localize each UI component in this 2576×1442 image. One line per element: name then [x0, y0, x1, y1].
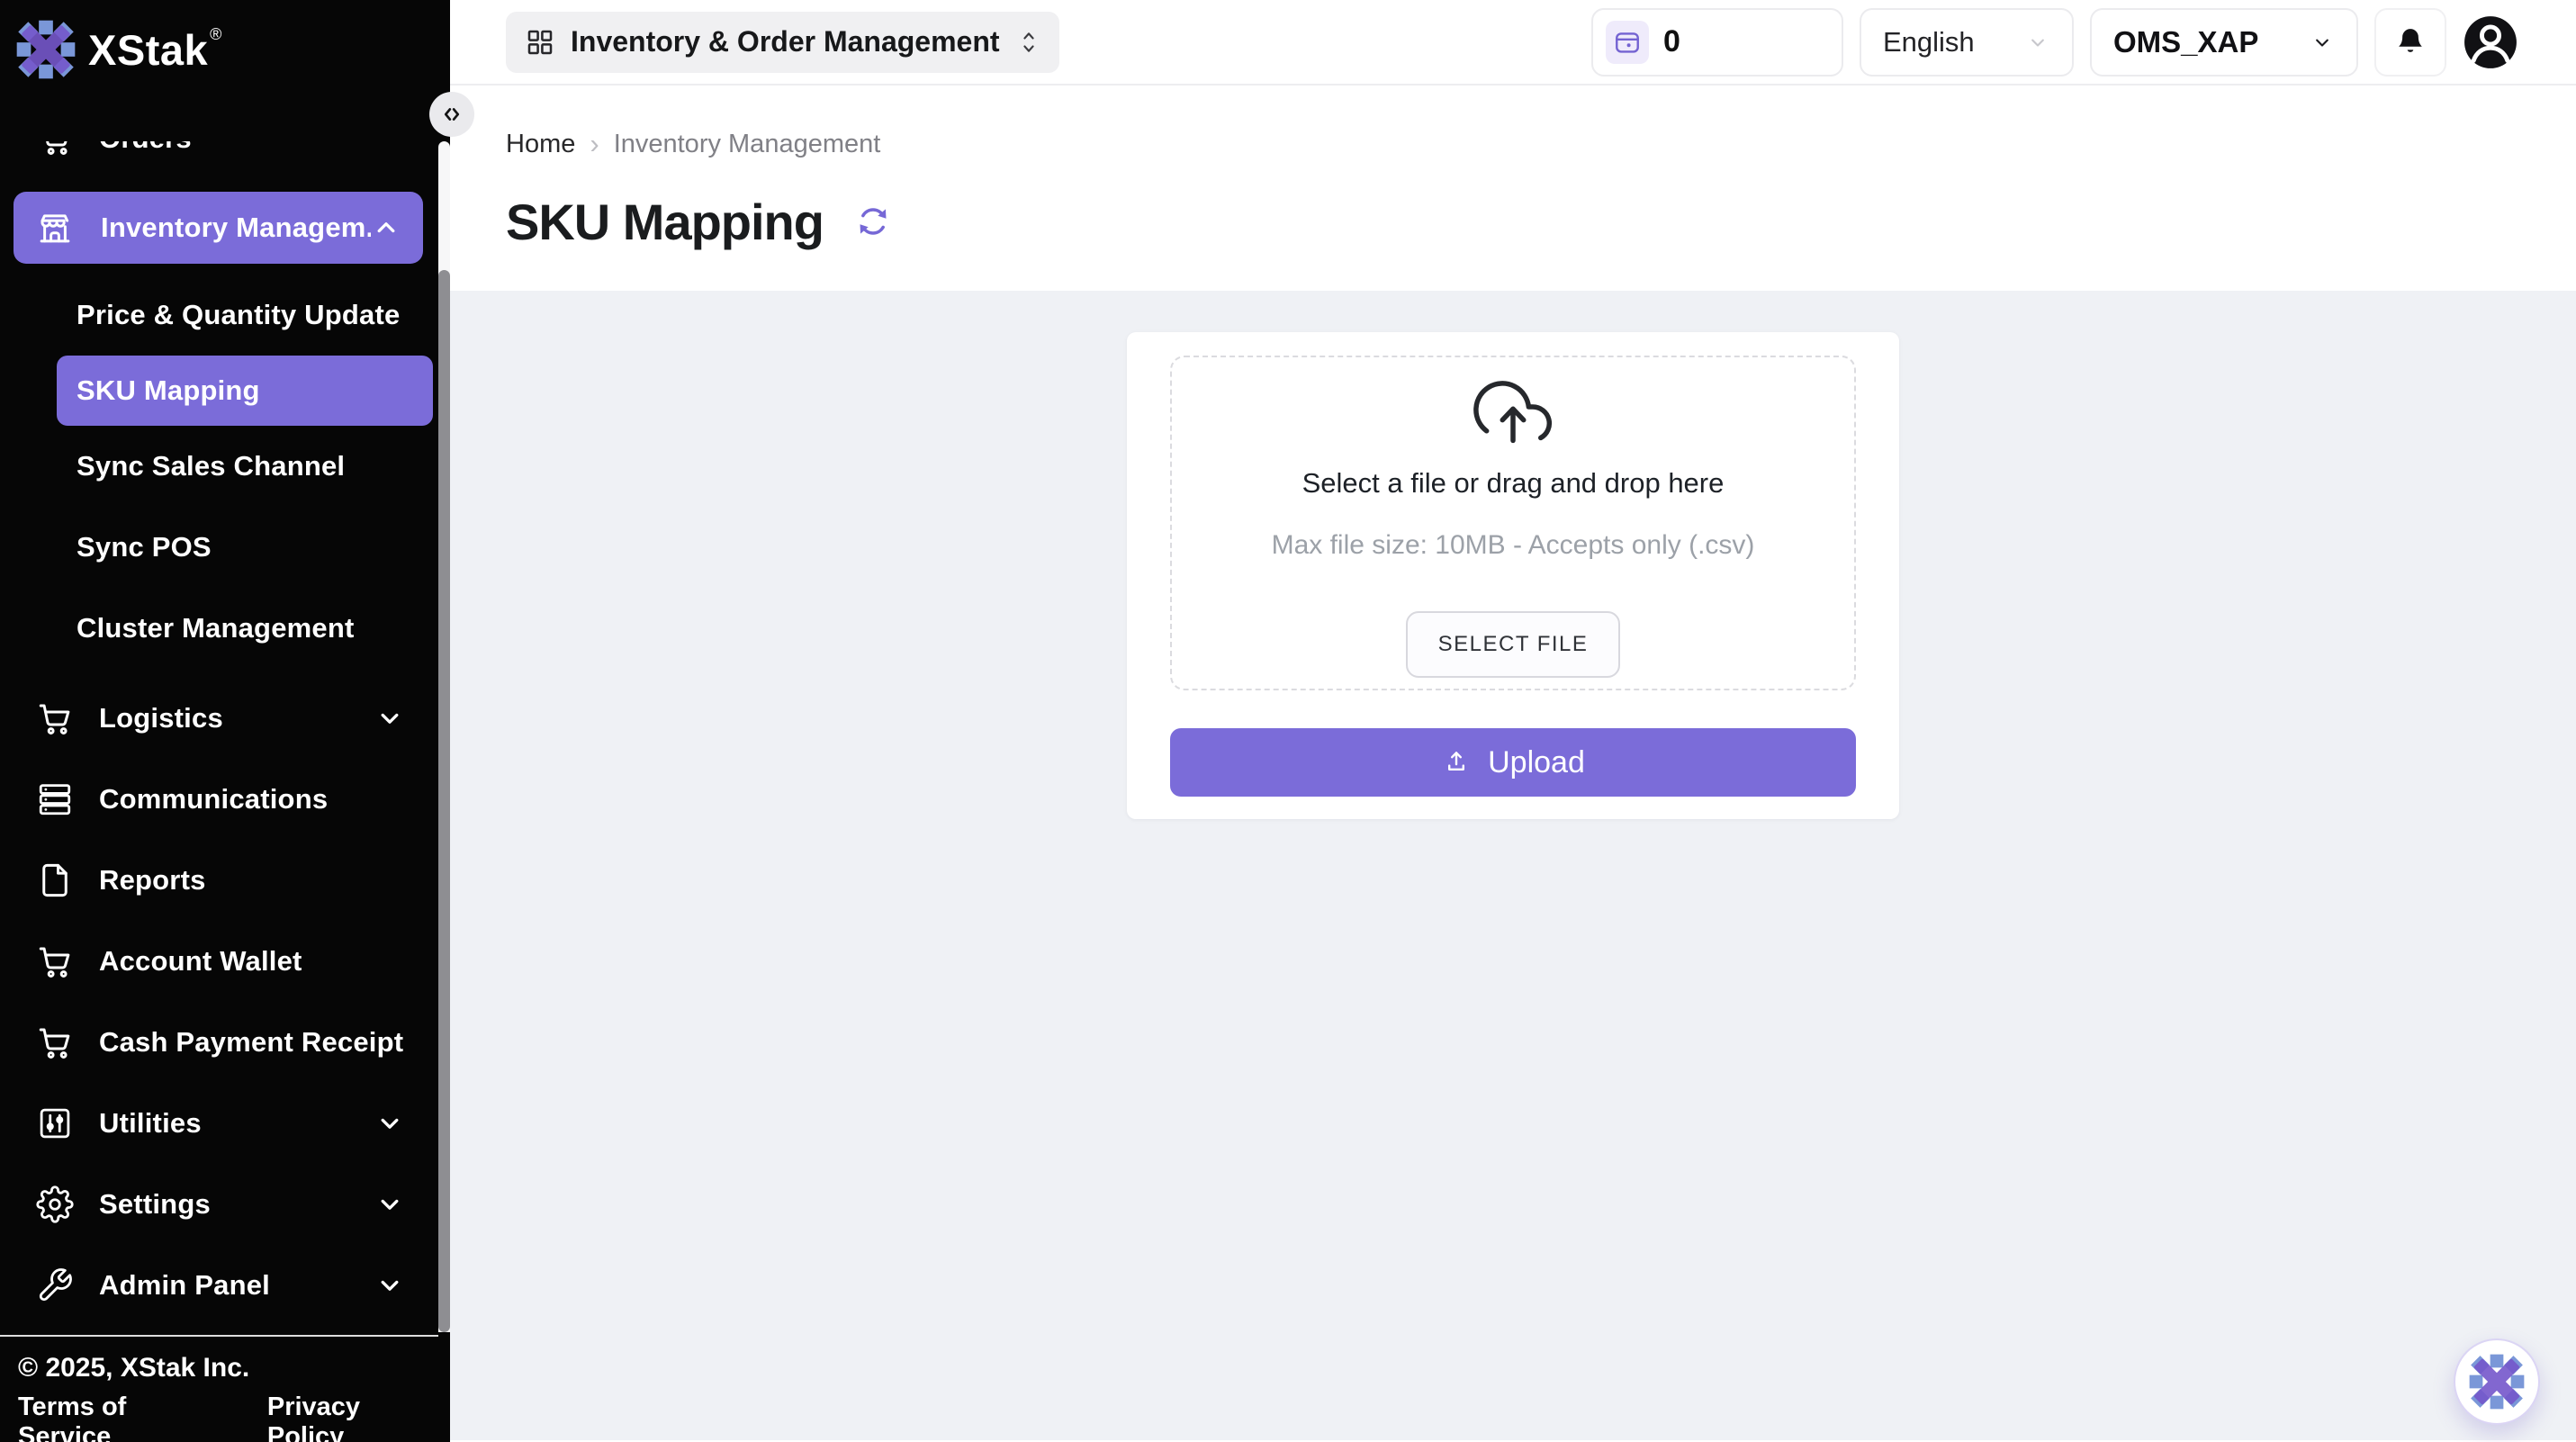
- cloud-upload-icon: [1470, 377, 1556, 456]
- xstak-logo-icon: [2469, 1354, 2525, 1410]
- wallet-count: 0: [1663, 24, 1680, 59]
- sidebar-nav: Orders Inventory Managem... Price & Quan…: [0, 141, 450, 1326]
- sidebar-item-account-wallet[interactable]: Account Wallet: [0, 921, 450, 1002]
- bell-icon: [2393, 25, 2427, 59]
- sidebar-item-orders-clipped: Orders: [0, 141, 450, 156]
- title-row: SKU Mapping: [506, 197, 2576, 248]
- brand-logo[interactable]: XStak®: [0, 0, 450, 99]
- sidebar-item-cluster-management[interactable]: Cluster Management: [0, 588, 450, 669]
- chevron-down-icon: [374, 1189, 405, 1220]
- wrench-icon: [36, 1266, 74, 1304]
- tenant-select-value: OMS_XAP: [2113, 25, 2258, 59]
- chevron-down-icon: [374, 1108, 405, 1139]
- topbar: Inventory & Order Management 0 English O…: [450, 0, 2576, 86]
- sidebar-item-communications[interactable]: Communications: [0, 759, 450, 840]
- sidebar-item-sku-mapping[interactable]: SKU Mapping: [57, 356, 433, 426]
- upload-button-label: Upload: [1488, 745, 1585, 780]
- language-select-value: English: [1883, 26, 1975, 59]
- sidebar-item-sync-pos[interactable]: Sync POS: [0, 507, 450, 588]
- cart-icon: [36, 699, 74, 737]
- breadcrumb: Home › Inventory Management: [506, 131, 2576, 158]
- chevron-up-icon: [371, 212, 401, 243]
- registered-mark: ®: [210, 25, 222, 43]
- up-down-chevrons-icon: [1016, 27, 1041, 58]
- sidebar-footer: © 2025, XStak Inc. Terms of Service Priv…: [0, 1335, 438, 1442]
- breadcrumb-current: Inventory Management: [614, 131, 881, 158]
- sidebar-item-settings[interactable]: Settings: [0, 1164, 450, 1245]
- language-select[interactable]: English: [1860, 8, 2074, 77]
- sidebar-item-price-quantity-update[interactable]: Price & Quantity Update: [0, 275, 450, 356]
- sidebar-item-cash-payment-receipt[interactable]: Cash Payment Receipt...: [0, 1002, 450, 1083]
- dropzone-hint: Max file size: 10MB - Accepts only (.csv…: [1272, 530, 1755, 561]
- brand-name: XStak®: [88, 25, 222, 75]
- sidebar-item-sync-sales-channel[interactable]: Sync Sales Channel: [0, 426, 450, 507]
- app-root: XStak® Orders Inventory Managem... Price…: [0, 0, 2576, 1442]
- chevron-down-icon: [2310, 30, 2335, 55]
- page-head: Home › Inventory Management SKU Mapping: [450, 86, 2576, 291]
- sidebar-item-logistics[interactable]: Logistics: [0, 678, 450, 759]
- collapse-icon: [438, 101, 465, 128]
- chevron-down-icon: [2025, 30, 2050, 55]
- cart-icon: [36, 1023, 74, 1061]
- sliders-icon: [36, 1104, 74, 1142]
- privacy-policy-link[interactable]: Privacy Policy: [267, 1392, 438, 1442]
- upload-icon: [1441, 747, 1472, 778]
- store-icon: [36, 209, 74, 247]
- notifications-button[interactable]: [2374, 8, 2446, 77]
- app-switcher-label: Inventory & Order Management: [571, 25, 1000, 59]
- breadcrumb-home[interactable]: Home: [506, 131, 575, 158]
- file-dropzone[interactable]: Select a file or drag and drop here Max …: [1170, 356, 1856, 690]
- sidebar-item-orders[interactable]: Orders: [0, 141, 450, 156]
- sidebar: XStak® Orders Inventory Managem... Price…: [0, 0, 450, 1442]
- sidebar-collapse-toggle[interactable]: [429, 92, 474, 137]
- user-avatar-icon: [2463, 14, 2518, 70]
- main-area: Inventory & Order Management 0 English O…: [450, 0, 2576, 1442]
- tenant-select[interactable]: OMS_XAP: [2090, 8, 2358, 77]
- cart-icon: [36, 942, 74, 980]
- topbar-right: 0 English OMS_XAP: [1591, 8, 2518, 77]
- user-avatar[interactable]: [2463, 14, 2518, 70]
- footer-links: Terms of Service Privacy Policy: [18, 1392, 438, 1442]
- copyright-text: © 2025, XStak Inc.: [18, 1353, 438, 1383]
- gear-icon: [36, 1185, 74, 1223]
- dropzone-title: Select a file or drag and drop here: [1302, 467, 1725, 500]
- sidebar-scrollbar-thumb[interactable]: [438, 270, 450, 1332]
- wallet-icon: [1606, 21, 1649, 64]
- chevron-down-icon: [374, 703, 405, 734]
- content-area: Select a file or drag and drop here Max …: [450, 291, 2576, 1440]
- grid-icon: [526, 28, 554, 57]
- sidebar-item-admin-panel[interactable]: Admin Panel: [0, 1245, 450, 1326]
- terms-of-service-link[interactable]: Terms of Service: [18, 1392, 220, 1442]
- upload-button[interactable]: Upload: [1170, 728, 1856, 797]
- refresh-button[interactable]: [852, 202, 894, 243]
- chevron-down-icon: [374, 1270, 405, 1301]
- breadcrumb-separator-icon: ›: [590, 130, 599, 158]
- sidebar-item-reports[interactable]: Reports: [0, 840, 450, 921]
- upload-card: Select a file or drag and drop here Max …: [1127, 332, 1899, 819]
- refresh-icon: [853, 202, 893, 241]
- file-icon: [36, 861, 74, 899]
- xstak-logo-icon: [16, 20, 76, 79]
- page-title: SKU Mapping: [506, 197, 824, 248]
- sidebar-group-inventory-management[interactable]: Inventory Managem...: [14, 192, 423, 264]
- select-file-button[interactable]: SELECT FILE: [1406, 611, 1621, 678]
- rows-icon: [36, 780, 74, 818]
- app-switcher[interactable]: Inventory & Order Management: [506, 12, 1059, 73]
- wallet-balance[interactable]: 0: [1591, 8, 1843, 77]
- chat-widget-button[interactable]: [2454, 1338, 2540, 1425]
- cart-icon: [36, 141, 74, 156]
- sidebar-item-utilities[interactable]: Utilities: [0, 1083, 450, 1164]
